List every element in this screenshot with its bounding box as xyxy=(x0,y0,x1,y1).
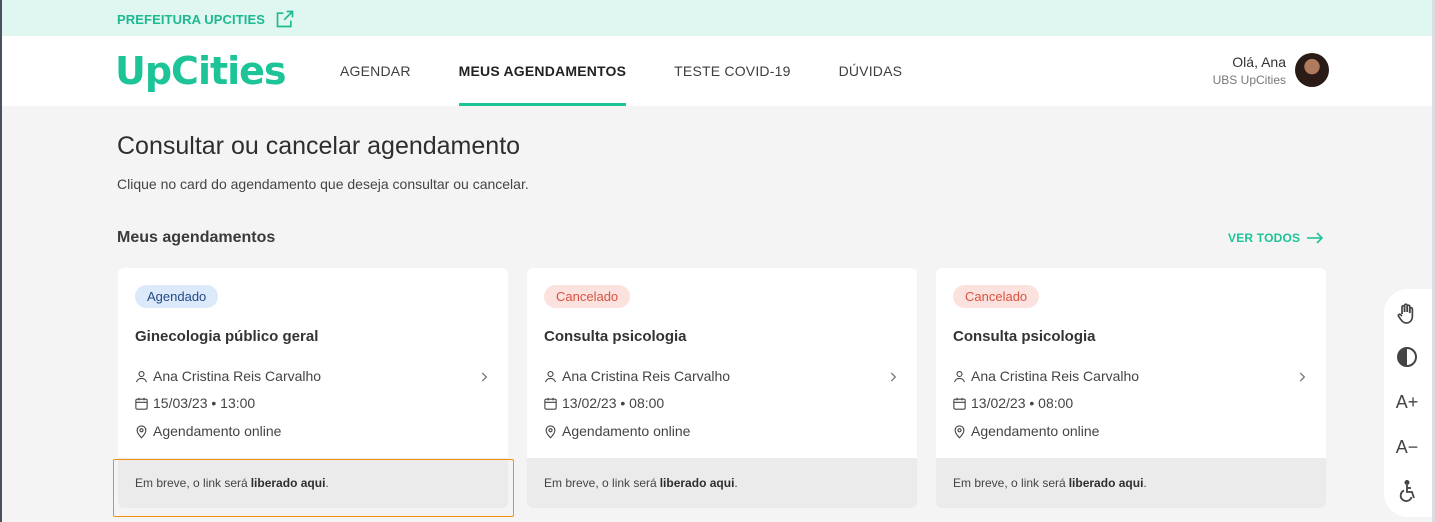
wheelchair-icon xyxy=(1399,479,1415,502)
patient-row: Ana Cristina Reis Carvalho xyxy=(952,368,1139,384)
location-row: Agendamento online xyxy=(543,423,690,439)
nav-teste-covid[interactable]: TESTE COVID-19 xyxy=(674,36,790,106)
top-bar: PREFEITURA UPCITIES xyxy=(2,0,1432,36)
card-footer: Em breve, o link será liberado aqui. xyxy=(936,458,1326,508)
sign-language-icon xyxy=(1397,303,1414,324)
main-nav: AGENDAR MEUS AGENDAMENTOS TESTE COVID-19… xyxy=(340,36,950,106)
date-row: 15/03/23 • 13:00 xyxy=(134,395,255,411)
page-title: Consultar ou cancelar agendamento xyxy=(117,132,521,160)
prefeitura-link-label: PREFEITURA UPCITIES xyxy=(117,11,266,27)
user-icon xyxy=(135,370,148,382)
user-avatar[interactable] xyxy=(1295,53,1329,87)
location-row: Agendamento online xyxy=(952,423,1099,439)
status-badge: Cancelado xyxy=(953,285,1040,308)
chevron-right-icon[interactable] xyxy=(477,370,491,384)
date-row: 13/02/23 • 08:00 xyxy=(543,395,664,411)
appointment-title: Ginecologia público geral xyxy=(135,328,319,345)
calendar-icon xyxy=(135,397,148,410)
location-pin-icon xyxy=(136,424,147,439)
patient-name: Ana Cristina Reis Carvalho xyxy=(562,368,731,384)
footer-end: . xyxy=(734,476,738,490)
footer-bold: liberado aqui xyxy=(659,476,735,490)
chevron-right-icon[interactable] xyxy=(886,370,900,384)
appointment-datetime: 13/02/23 • 08:00 xyxy=(971,395,1074,411)
section-title: Meus agendamentos xyxy=(117,229,276,246)
nav-duvidas[interactable]: DÚVIDAS xyxy=(839,36,903,106)
page-subtitle: Clique no card do agendamento que deseja… xyxy=(117,176,529,192)
appointment-datetime: 15/03/23 • 13:00 xyxy=(153,395,256,411)
user-icon xyxy=(953,370,966,382)
status-badge: Agendado xyxy=(135,285,219,308)
see-all-link[interactable]: VER TODOS xyxy=(1228,231,1324,245)
accessibility-button[interactable] xyxy=(1394,478,1420,504)
upcities-logo[interactable]: UpCities xyxy=(115,49,287,93)
footer-text: Em breve, o link será xyxy=(953,476,1066,490)
location-pin-icon xyxy=(954,424,965,439)
location-pin-icon xyxy=(545,424,556,439)
sign-language-button[interactable] xyxy=(1394,301,1420,327)
location-row: Agendamento online xyxy=(134,423,281,439)
appointment-title: Consulta psicologia xyxy=(953,328,1096,345)
appointment-datetime: 13/02/23 • 08:00 xyxy=(562,395,665,411)
external-link-icon xyxy=(276,10,294,28)
user-greeting: Olá, Ana xyxy=(1232,54,1286,70)
arrow-right-icon xyxy=(1307,232,1324,244)
patient-row: Ana Cristina Reis Carvalho xyxy=(134,368,321,384)
focus-outline xyxy=(113,459,514,517)
main-header: UpCities AGENDAR MEUS AGENDAMENTOS TESTE… xyxy=(2,36,1432,106)
card-footer: Em breve, o link será liberado aqui. xyxy=(527,458,917,508)
user-info[interactable]: Olá, Ana UBS UpCities xyxy=(1213,54,1286,87)
calendar-icon xyxy=(953,397,966,410)
footer-end: . xyxy=(1143,476,1147,490)
accessibility-toolbar: A+ A− xyxy=(1384,289,1432,517)
chevron-right-icon[interactable] xyxy=(1295,370,1309,384)
appointment-location: Agendamento online xyxy=(153,423,282,439)
appointment-location: Agendamento online xyxy=(971,423,1100,439)
patient-name: Ana Cristina Reis Carvalho xyxy=(971,368,1140,384)
footer-bold: liberado aqui xyxy=(1068,476,1144,490)
calendar-icon xyxy=(544,397,557,410)
appointment-title: Consulta psicologia xyxy=(544,328,687,345)
decrease-font-button[interactable]: A− xyxy=(1394,434,1420,460)
nav-agendar[interactable]: AGENDAR xyxy=(340,36,411,106)
status-badge: Cancelado xyxy=(544,285,631,308)
patient-name: Ana Cristina Reis Carvalho xyxy=(153,368,322,384)
user-icon xyxy=(544,370,557,382)
date-row: 13/02/23 • 08:00 xyxy=(952,395,1073,411)
footer-text: Em breve, o link será xyxy=(544,476,657,490)
appointment-card[interactable]: Cancelado Consulta psicologia Ana Cristi… xyxy=(936,268,1326,508)
user-unit: UBS UpCities xyxy=(1212,73,1286,87)
nav-meus-agendamentos[interactable]: MEUS AGENDAMENTOS xyxy=(458,36,627,106)
increase-font-button[interactable]: A+ xyxy=(1394,389,1420,415)
contrast-icon xyxy=(1397,347,1417,367)
see-all-label: VER TODOS xyxy=(1228,231,1301,245)
patient-row: Ana Cristina Reis Carvalho xyxy=(543,368,730,384)
appointment-card[interactable]: Cancelado Consulta psicologia Ana Cristi… xyxy=(527,268,917,508)
appointment-location: Agendamento online xyxy=(562,423,691,439)
prefeitura-link[interactable]: PREFEITURA UPCITIES xyxy=(117,9,295,29)
contrast-button[interactable] xyxy=(1394,344,1420,370)
